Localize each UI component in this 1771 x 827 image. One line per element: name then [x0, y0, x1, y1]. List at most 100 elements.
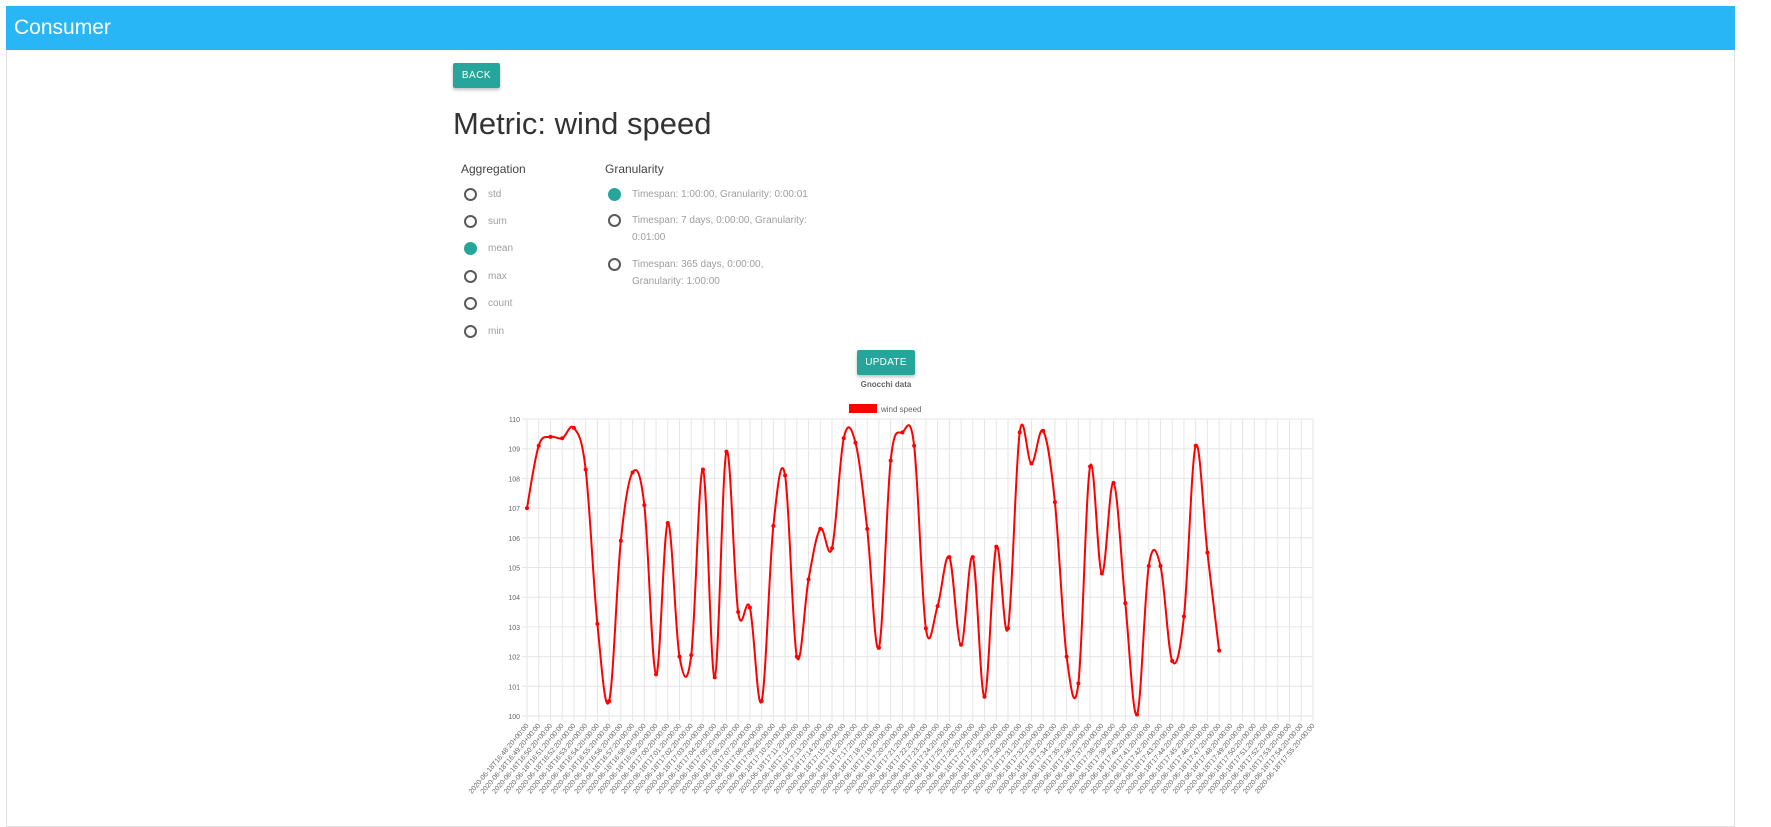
granularity-label: Granularity — [605, 162, 664, 176]
y-tick-label: 101 — [508, 684, 520, 691]
y-tick-label: 102 — [508, 655, 520, 662]
y-tick-label: 104 — [508, 595, 520, 602]
data-point[interactable] — [947, 555, 952, 560]
data-point[interactable] — [1041, 428, 1046, 433]
y-tick-label: 100 — [508, 714, 520, 721]
data-point[interactable] — [712, 675, 717, 680]
app-bar: Consumer — [6, 6, 1735, 50]
data-point[interactable] — [700, 467, 705, 472]
data-point[interactable] — [1029, 461, 1034, 466]
data-point[interactable] — [1217, 648, 1222, 653]
data-point[interactable] — [1111, 480, 1116, 485]
legend-swatch[interactable] — [849, 404, 877, 413]
data-point[interactable] — [1181, 614, 1186, 619]
data-point[interactable] — [994, 544, 999, 549]
chart-plot-area — [525, 423, 1222, 717]
data-point[interactable] — [794, 654, 799, 659]
data-point[interactable] — [1170, 659, 1175, 664]
data-point[interactable] — [1158, 564, 1163, 569]
aggregation-option-label: count — [488, 298, 513, 309]
data-point[interactable] — [677, 654, 682, 659]
data-point[interactable] — [900, 430, 905, 435]
data-point[interactable] — [607, 699, 612, 704]
data-point[interactable] — [783, 473, 788, 478]
radio-icon — [464, 215, 477, 228]
granularity-option-label: Timespan: 365 days, 0:00:00, — [632, 259, 764, 270]
data-point[interactable] — [595, 621, 600, 626]
data-point[interactable] — [724, 449, 729, 454]
data-point[interactable] — [736, 610, 741, 615]
y-tick-label: 108 — [508, 476, 520, 483]
data-point[interactable] — [912, 443, 917, 448]
data-point[interactable] — [1064, 654, 1069, 659]
data-point[interactable] — [865, 526, 870, 531]
back-button[interactable]: BACK — [453, 63, 500, 88]
radio-icon — [464, 325, 477, 338]
data-point[interactable] — [830, 546, 835, 551]
update-button[interactable]: UPDATE — [857, 350, 915, 375]
y-tick-label: 103 — [508, 625, 520, 632]
granularity-option-label: Timespan: 7 days, 0:00:00, Granularity: — [632, 215, 807, 226]
data-point[interactable] — [525, 506, 529, 511]
data-point[interactable] — [665, 520, 670, 525]
data-point[interactable] — [560, 436, 565, 441]
data-point[interactable] — [1193, 443, 1198, 448]
granularity-option-label-cont: Granularity: 1:00:00 — [632, 276, 720, 287]
data-point[interactable] — [536, 443, 541, 448]
radio-icon — [464, 188, 477, 201]
y-tick-label: 106 — [508, 536, 520, 543]
y-tick-label: 110 — [509, 417, 520, 424]
data-point[interactable] — [548, 434, 553, 439]
aggregation-option-label: max — [488, 271, 507, 282]
data-point[interactable] — [1052, 500, 1057, 505]
data-point[interactable] — [888, 458, 893, 463]
aggregation-option-label: min — [488, 326, 505, 337]
data-point[interactable] — [841, 436, 846, 441]
series-line-wind-speed — [526, 423, 1221, 716]
chart-title: Gnocchi data — [861, 380, 912, 389]
data-point[interactable] — [1146, 564, 1151, 569]
data-point[interactable] — [935, 604, 940, 609]
data-point[interactable] — [1005, 626, 1010, 631]
data-point[interactable] — [806, 577, 811, 582]
data-point[interactable] — [759, 699, 764, 704]
granularity-option-label-cont: 0:01:00 — [632, 232, 666, 243]
radio-selected-icon — [608, 188, 621, 201]
aggregation-option-label: mean — [488, 243, 514, 254]
data-point[interactable] — [654, 672, 659, 677]
data-point[interactable] — [818, 526, 823, 531]
legend-label[interactable]: wind speed — [880, 405, 921, 414]
aggregation-option-label: std — [488, 189, 502, 200]
data-point[interactable] — [923, 626, 928, 631]
data-point[interactable] — [630, 470, 635, 475]
radio-selected-icon — [464, 242, 477, 255]
data-point[interactable] — [1135, 712, 1140, 717]
data-point[interactable] — [853, 440, 858, 445]
data-point[interactable] — [747, 605, 752, 610]
aggregation-option-label: sum — [488, 216, 507, 227]
line-chart: Gnocchi data wind speed 100 101 102 103 104 1… — [468, 380, 1317, 795]
data-point[interactable] — [618, 538, 623, 543]
data-point[interactable] — [642, 503, 647, 508]
aggregation-label: Aggregation — [461, 162, 526, 176]
data-point[interactable] — [1076, 681, 1081, 686]
data-point[interactable] — [771, 523, 776, 528]
radio-icon — [464, 270, 477, 283]
radio-icon — [464, 297, 477, 310]
radio-icon — [608, 214, 621, 227]
data-point[interactable] — [571, 425, 576, 430]
data-point[interactable] — [876, 645, 881, 650]
data-point[interactable] — [970, 555, 975, 560]
data-point[interactable] — [1017, 430, 1022, 435]
data-point[interactable] — [1099, 571, 1104, 576]
data-point[interactable] — [583, 467, 588, 472]
data-point[interactable] — [689, 653, 694, 658]
data-point[interactable] — [1205, 550, 1210, 555]
page-title: Metric: wind speed — [453, 106, 712, 141]
y-tick-label: 105 — [508, 566, 520, 573]
data-point[interactable] — [982, 694, 987, 699]
data-point[interactable] — [959, 642, 964, 647]
data-point[interactable] — [1123, 601, 1128, 606]
radio-icon — [608, 258, 621, 271]
data-point[interactable] — [1088, 464, 1093, 469]
